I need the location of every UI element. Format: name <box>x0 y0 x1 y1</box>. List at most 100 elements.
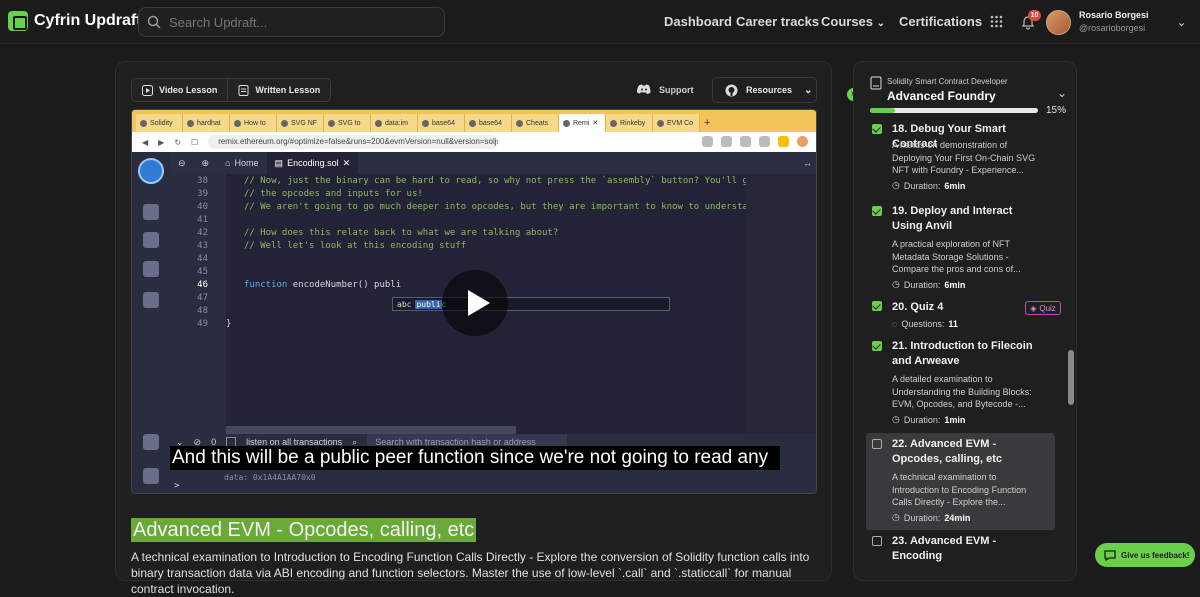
notifications-button[interactable]: 10 <box>1019 10 1041 32</box>
chevron-down-icon: ⌄ <box>1176 15 1187 29</box>
meta-label: Duration: <box>903 414 941 425</box>
browser-tab: Rinkeby <box>606 114 653 132</box>
favicon-icon <box>234 119 241 127</box>
incomplete-checkbox[interactable] <box>872 439 882 449</box>
lesson-item-title: 21. Introduction to Filecoin and Arweave <box>892 340 1033 367</box>
support-label: Support <box>659 84 694 95</box>
tab-written-lesson[interactable]: Written Lesson <box>227 79 331 101</box>
list-item-current[interactable]: 22. Advanced EVM - Opcodes, calling, etc… <box>866 433 1055 530</box>
resources-button[interactable]: Resources ⌄ <box>712 77 817 103</box>
user-name: Rosario Borgesi <box>1079 10 1149 20</box>
editor-scrollbar <box>226 426 516 434</box>
course-track: Solidity Smart Contract Developer <box>887 77 1008 86</box>
course-progress-bar <box>870 108 1038 113</box>
favicon-icon <box>375 119 382 127</box>
tab-video-lesson[interactable]: Video Lesson <box>132 79 228 101</box>
grid-icon[interactable] <box>990 15 1003 28</box>
avatar <box>1046 9 1071 35</box>
list-item[interactable]: 21. Introduction to Filecoin and Arweave… <box>866 339 1055 434</box>
code-line: // How does this relate back to what we … <box>244 228 559 238</box>
list-item[interactable]: 20. Quiz 4 ◈ Quiz ◌ Questions: 11 <box>866 300 1061 336</box>
completed-checkbox[interactable] <box>872 341 882 351</box>
favicon-icon <box>610 119 617 127</box>
remix-editor-tabs: ⊖ ⊕ ⌂ Home ▤ Encoding.sol ✕ ↔ <box>170 152 816 174</box>
browser-tab-active: Remi ✕ <box>559 114 606 132</box>
list-item[interactable]: 19. Deploy and Interact Using Anvil A pr… <box>866 204 1055 302</box>
line-number: 47 <box>197 293 208 303</box>
browser-tab: EVM Co <box>653 114 700 132</box>
remix-home-tab: ⌂ Home <box>217 152 266 174</box>
code-line: // the opcodes and inputs for us! <box>244 189 423 199</box>
user-menu[interactable]: Rosario Borgesi @rosarioborgesi ⌄ <box>1046 9 1187 35</box>
lesson-list: 18. Debug Your Smart Contract A hands-on… <box>854 124 1076 580</box>
editor-minimap <box>746 174 816 434</box>
lesson-item-desc: A detailed examination to Understanding … <box>892 374 1032 409</box>
meta-value: 11 <box>948 319 958 329</box>
code-line: // Well let's look at this encoding stuf… <box>244 241 467 251</box>
favicon-icon <box>187 119 194 127</box>
nav-career-tracks[interactable]: Career tracks <box>736 14 819 29</box>
course-sidebar: Solidity Smart Contract Developer Advanc… <box>853 61 1077 581</box>
course-progress-label: 15% <box>1046 105 1067 116</box>
profile-icon <box>797 136 808 147</box>
sidebar-scrollbar[interactable] <box>1068 350 1074 405</box>
line-number: 46 <box>197 280 208 290</box>
notification-count-badge: 10 <box>1028 10 1041 21</box>
terminal-prompt: > <box>174 481 180 491</box>
browser-tab-label: Remi <box>573 119 590 127</box>
remix-home-label: Home <box>234 158 259 168</box>
nav-certifications[interactable]: Certifications <box>899 14 982 29</box>
incomplete-checkbox[interactable] <box>872 536 882 546</box>
nav-dashboard[interactable]: Dashboard <box>664 14 732 29</box>
close-icon: ✕ <box>342 157 351 168</box>
lesson-item-title: 23. Advanced EVM - Encoding <box>892 535 997 562</box>
remix-file-tab: ▤ Encoding.sol ✕ <box>266 152 359 174</box>
lesson-title: Advanced EVM - Opcodes, calling, etc <box>131 518 477 542</box>
browser-tab: How to <box>230 114 277 132</box>
compiler-icon <box>143 261 159 277</box>
list-item[interactable]: 18. Debug Your Smart Contract A hands-on… <box>866 124 1055 204</box>
meta-value: 24min <box>944 512 971 523</box>
line-number: 42 <box>197 228 208 238</box>
discord-icon <box>637 84 651 94</box>
browser-tab: base64 <box>418 114 465 132</box>
meta-label: Duration: <box>903 512 941 523</box>
nav-courses-label: Courses <box>821 14 874 29</box>
lesson-item-meta: ◷ Duration: 6min <box>892 180 965 191</box>
list-item[interactable]: 23. Advanced EVM - Encoding <box>866 534 1055 564</box>
browser-tab: base64 <box>465 114 512 132</box>
lesson-item-desc: A technical examination to Introduction … <box>892 472 1027 507</box>
logo[interactable]: Cyfrin Updraft <box>8 11 142 31</box>
line-number: 39 <box>197 189 208 199</box>
logo-text: Cyfrin Updraft <box>34 12 142 29</box>
lesson-tabs: Video Lesson Written Lesson <box>131 78 332 102</box>
code-line: // We aren't going to go much deeper int… <box>244 202 770 212</box>
feedback-button[interactable]: Give us feedback! <box>1095 543 1195 567</box>
resources-label: Resources <box>746 85 793 95</box>
completed-checkbox[interactable] <box>872 124 882 134</box>
quiz-badge-label: Quiz <box>1039 303 1056 313</box>
browser-tab-label: SVG to <box>338 119 361 127</box>
clock-icon: ◷ <box>892 414 900 424</box>
play-button[interactable] <box>442 270 508 336</box>
browser-tab-label: EVM Co <box>667 119 694 127</box>
search-icon <box>147 15 161 29</box>
nav-courses[interactable]: Courses ⌄ <box>821 14 885 29</box>
search-input[interactable] <box>169 14 429 30</box>
book-icon <box>870 76 882 90</box>
line-number: 43 <box>197 241 208 251</box>
file-explorer-icon <box>143 204 159 220</box>
bookmark-icon: ☐ <box>191 137 199 147</box>
quiz-icon: ◈ <box>1030 303 1037 313</box>
plugin-icon <box>143 434 159 450</box>
search-box[interactable] <box>138 7 445 37</box>
line-number: 40 <box>197 202 208 212</box>
code-text: encodeNumber() publi <box>287 280 402 290</box>
video-player[interactable]: Solidity hardhat How to SVG NF SVG to da… <box>131 109 817 494</box>
completed-checkbox[interactable] <box>872 206 882 216</box>
browser-tab-label: base64 <box>479 119 502 127</box>
completed-checkbox[interactable] <box>872 301 882 311</box>
line-number: 38 <box>197 176 208 186</box>
line-number: 48 <box>197 306 208 316</box>
support-link[interactable]: Support <box>637 84 694 95</box>
